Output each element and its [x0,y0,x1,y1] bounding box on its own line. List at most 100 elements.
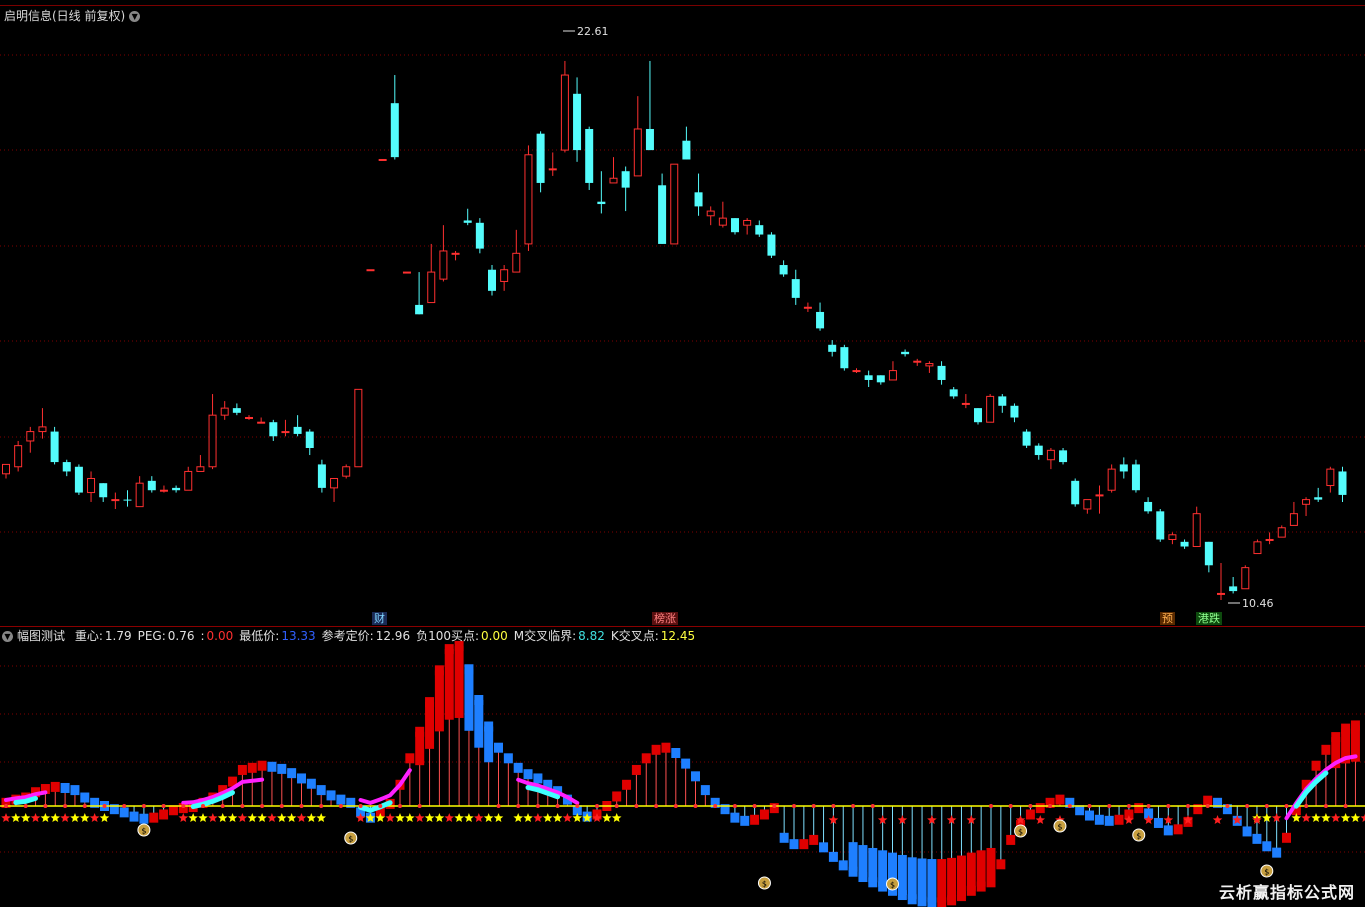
zero-dot-30 [299,804,304,808]
candle-6 [74,464,83,495]
candle-body [974,408,982,423]
candle-95 [1156,508,1165,542]
hist-bar-85 [838,806,848,871]
candle-77 [937,361,946,385]
star-icon-39 [483,813,494,822]
candle-body [901,351,910,355]
zero-dot-60 [595,804,599,808]
candlestick-chart[interactable]: $ $ $ $ $ $ $ $ 22.61 10.46 [0,0,1365,907]
candle-body [135,482,144,508]
candle-body [1302,499,1311,505]
star-icon-10 [99,813,110,822]
candle-body [1217,592,1225,595]
hist-block [50,781,60,792]
candle-body [172,487,181,491]
hist-block [750,814,760,825]
candle-body [718,217,727,226]
star-icon-46 [562,813,573,822]
hist-block [297,773,306,784]
candle-body [1034,445,1043,456]
hist-block [828,851,838,862]
candle-72 [876,375,885,385]
candle-36 [439,225,448,282]
star-icon-13 [198,813,208,822]
hist-block [129,811,139,822]
hist-block [277,763,287,774]
money-bag-glyph: $ [1018,828,1023,837]
hist-bar-5 [50,781,60,806]
candle-5 [62,459,71,477]
hist-bar-75 [740,806,750,826]
candle-body [196,466,205,472]
candle-body [330,477,339,489]
hist-bar-41 [405,753,415,806]
badge-finance[interactable]: 财 [372,612,387,625]
badge-hk-down[interactable]: 港跌 [1196,612,1222,625]
star-icon-77 [1212,815,1223,824]
badge-forecast[interactable]: 预 [1160,612,1175,625]
chevron-down-icon[interactable]: ▼ [2,631,13,642]
zero-dot-112 [1107,804,1112,808]
candle-body [1046,449,1055,461]
zero-dot-122 [1205,804,1210,808]
candle-78 [949,387,958,399]
candle-4 [50,426,59,465]
zero-dot-10 [102,804,107,808]
money-bag-icon-0: $ [137,823,151,837]
zero-dot-54 [535,804,540,808]
hist-block [1006,834,1016,845]
candle-body [354,388,363,468]
hist-bar-47 [464,664,474,806]
candle-96 [1168,532,1177,545]
star-icon-19 [257,813,267,822]
hist-block [1035,803,1045,814]
zero-dot-6 [63,804,68,808]
candle-body [2,463,10,475]
zero-dot-106 [1048,804,1053,808]
candle-44 [536,131,545,193]
field-label-1: PEG: [137,629,166,643]
candle-body [281,431,290,434]
hist-bar-68 [671,748,681,806]
candle-3 [38,408,47,439]
star-icon-43 [533,813,543,822]
money-bag-icon-5: $ [1053,819,1067,833]
hist-bar-104 [1025,806,1035,820]
candle-body [840,347,849,369]
badge-rank-up[interactable]: 榜涨 [652,612,678,625]
hist-column [444,649,454,720]
hist-block [1025,809,1035,820]
candle-55 [670,163,679,245]
hist-bar-32 [316,785,326,806]
low-price-label: 10.46 [1242,597,1274,610]
zero-dot-82 [811,804,816,808]
candle-89 [1083,499,1092,514]
hist-column [907,857,917,900]
candle-101 [1229,577,1238,594]
candle-79 [961,394,970,409]
candle-body [1192,513,1201,548]
candle-41 [500,265,509,291]
hist-bar-107 [1055,794,1065,806]
candle-76 [925,361,934,373]
zero-dot-40 [398,804,402,808]
hist-column [937,859,947,903]
hist-bar-45 [444,644,454,806]
hist-block [1272,847,1282,858]
candle-body [1059,450,1068,463]
zero-dot-70 [693,804,698,808]
zero-dot-8 [82,804,87,808]
candle-body [1338,471,1347,495]
candle-body [1180,541,1189,547]
hist-bar-52 [513,762,523,806]
candle-60 [731,218,739,235]
candle-51 [621,166,630,212]
money-bag-icon-2: $ [757,876,771,890]
zero-dot-114 [1126,804,1131,808]
hist-bar-102 [1006,806,1016,845]
zero-dot-68 [673,804,678,808]
cyan-curve-4 [1293,770,1329,809]
candle-86 [1046,448,1055,470]
star-icon-23 [296,813,307,822]
hist-column [858,845,868,878]
